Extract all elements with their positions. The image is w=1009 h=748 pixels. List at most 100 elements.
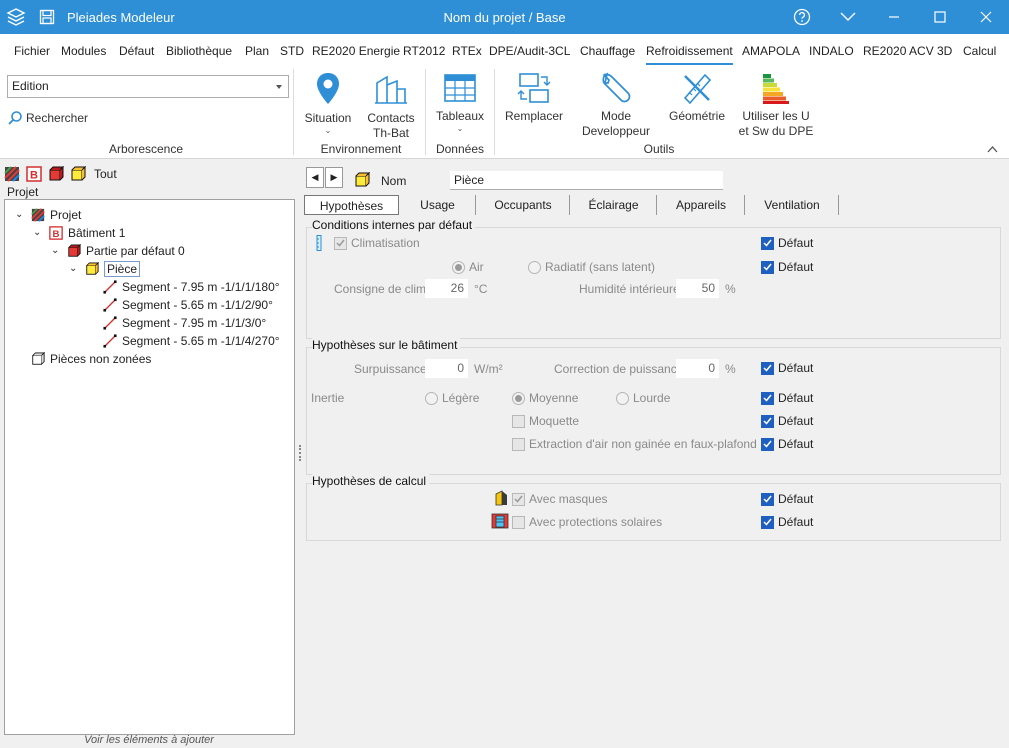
tab-hypotheses[interactable]: Hypothèses — [304, 195, 399, 215]
title-bar: Pleiades Modeleur Nom du projet / Base — [0, 0, 1009, 34]
tab-occupants[interactable]: Occupants — [477, 195, 570, 215]
layers-app-icon[interactable] — [6, 7, 26, 27]
tout-filter[interactable]: Tout — [94, 167, 117, 181]
next-button[interactable]: ▶ — [325, 167, 343, 188]
ribbon-separator — [494, 69, 495, 155]
defaut-checkbox-moquette[interactable]: Défaut — [761, 414, 813, 428]
tableaux-button[interactable]: Tableaux ⌄ — [432, 71, 488, 134]
checkbox-checked — [761, 515, 774, 529]
ribbon: Edition Rechercher Arborescence Situatio… — [0, 65, 1009, 159]
menu-plan[interactable]: Plan — [245, 44, 269, 58]
close-icon — [980, 11, 992, 23]
menu-indalo[interactable]: INDALO — [809, 44, 854, 58]
menu-defaut[interactable]: Défaut — [119, 44, 154, 58]
defaut-checkbox-protections[interactable]: Défaut — [761, 515, 813, 529]
previous-button[interactable]: ◀ — [306, 167, 324, 188]
building-filter-icon[interactable]: B — [26, 166, 42, 182]
menu-3d[interactable]: 3D — [937, 44, 952, 58]
extraction-checkbox[interactable]: Extraction d'air non gainée en faux-plaf… — [512, 437, 757, 451]
menu-re2020-acv[interactable]: RE2020 ACV — [863, 44, 934, 58]
moyenne-radio[interactable]: Moyenne — [512, 391, 578, 405]
chevron-down-icon[interactable]: ⌄ — [69, 263, 79, 274]
surpuissance-input[interactable]: 0 — [425, 359, 468, 378]
save-icon[interactable] — [39, 9, 55, 25]
lourde-radio[interactable]: Lourde — [616, 391, 670, 405]
menu-modules[interactable]: Modules — [61, 44, 106, 58]
menu-chauffage[interactable]: Chauffage — [580, 44, 635, 58]
menu-rtex[interactable]: RTEx — [452, 44, 482, 58]
avec-masques-checkbox[interactable]: Avec masques — [512, 492, 608, 506]
menu-dpe-audit[interactable]: DPE/Audit-3CL — [489, 44, 570, 58]
defaut-label: Défaut — [778, 361, 814, 375]
climatisation-checkbox[interactable]: Climatisation — [334, 236, 420, 250]
menu-rt2012[interactable]: RT2012 — [403, 44, 445, 58]
minimize-button[interactable] — [871, 0, 917, 34]
tree-item-batiment[interactable]: ⌄ B Bâtiment 1 — [33, 224, 125, 241]
defaut-checkbox-emission[interactable]: Défaut — [761, 260, 813, 274]
humidite-input[interactable]: 50 — [676, 279, 719, 298]
edition-combo[interactable]: Edition — [7, 75, 289, 98]
tree-item-projet[interactable]: ⌄ Projet — [15, 206, 81, 223]
geometrie-button[interactable]: Géométrie — [666, 71, 728, 124]
collapse-ribbon-button[interactable] — [825, 0, 871, 34]
energy-label-icon — [763, 74, 789, 104]
help-button[interactable] — [779, 0, 825, 34]
legere-radio[interactable]: Légère — [425, 391, 479, 405]
utiliser-u-sw-dpe-button[interactable]: Utiliser les U et Sw du DPE — [736, 71, 816, 139]
contacts-th-bat-button[interactable]: Contacts Th-Bat — [362, 71, 420, 141]
nom-input[interactable]: Pièce — [450, 171, 723, 190]
zone-filter-icon[interactable] — [48, 166, 64, 182]
defaut-checkbox-climatisation[interactable]: Défaut — [761, 236, 813, 250]
defaut-checkbox-masques[interactable]: Défaut — [761, 492, 813, 506]
tree-footer-link[interactable]: Voir les éléments à ajouter — [0, 734, 298, 746]
tree-item-segment-1[interactable]: Segment - 7.95 m -1/1/1/180° — [103, 278, 280, 295]
menu-re2020-energie[interactable]: RE2020 Energie — [312, 44, 400, 58]
menu-fichier[interactable]: Fichier — [14, 44, 50, 58]
mode-developpeur-button[interactable]: Mode Developpeur — [575, 71, 657, 139]
utiliser-label-line1: Utiliser les U — [742, 109, 810, 123]
project-tree[interactable]: ⌄ Projet ⌄ B Bâtiment 1 ⌄ Partie par déf… — [4, 199, 295, 735]
avec-protections-checkbox[interactable]: Avec protections solaires — [512, 515, 662, 529]
tree-item-segment-2[interactable]: Segment - 5.65 m -1/1/2/90° — [103, 296, 273, 313]
group-title: Hypothèses sur le bâtiment — [312, 338, 461, 352]
tree-filter-toolbar: B Tout — [4, 165, 117, 183]
defaut-checkbox-puissance[interactable]: Défaut — [761, 361, 813, 375]
menu-bibliotheque[interactable]: Bibliothèque — [166, 44, 232, 58]
collapse-ribbon-icon[interactable] — [987, 145, 998, 153]
tree-item-segment-4[interactable]: Segment - 5.65 m -1/1/4/270° — [103, 332, 280, 349]
air-radio[interactable]: Air — [452, 260, 484, 274]
chevron-down-icon[interactable]: ⌄ — [15, 209, 25, 220]
tree-item-segment-3[interactable]: Segment - 7.95 m -1/1/3/0° — [103, 314, 266, 331]
project-filter-icon[interactable] — [4, 166, 20, 182]
tab-ventilation[interactable]: Ventilation — [746, 195, 839, 215]
remplacer-button[interactable]: Remplacer — [502, 71, 566, 124]
chevron-down-icon[interactable]: ⌄ — [33, 227, 43, 238]
defaut-label: Défaut — [778, 391, 814, 405]
tab-usage[interactable]: Usage — [400, 195, 476, 215]
defaut-checkbox-extraction[interactable]: Défaut — [761, 437, 813, 451]
menu-calcul[interactable]: Calcul — [963, 44, 996, 58]
map-pin-icon — [317, 73, 339, 104]
menu-refroidissement[interactable]: Refroidissement — [646, 44, 733, 65]
menu-std[interactable]: STD — [280, 44, 304, 58]
moquette-checkbox[interactable]: Moquette — [512, 414, 579, 428]
radio-unselected-disabled — [425, 391, 438, 405]
tree-item-piece[interactable]: ⌄ Pièce — [69, 260, 141, 277]
chevron-down-icon[interactable]: ⌄ — [51, 245, 61, 256]
tree-item-pieces-non-zonees[interactable]: Pièces non zonées — [31, 350, 151, 367]
close-button[interactable] — [963, 0, 1009, 34]
defaut-checkbox-inertie[interactable]: Défaut — [761, 391, 813, 405]
tab-eclairage[interactable]: Éclairage — [571, 195, 657, 215]
ribbon-separator — [425, 69, 426, 155]
menu-amapola[interactable]: AMAPOLA — [742, 44, 800, 58]
radiatif-radio[interactable]: Radiatif (sans latent) — [528, 260, 655, 274]
tree-item-partie[interactable]: ⌄ Partie par défaut 0 — [51, 242, 185, 259]
consigne-input[interactable]: 26 — [425, 279, 468, 298]
search-button[interactable]: Rechercher — [7, 110, 88, 126]
room-filter-icon[interactable] — [70, 166, 86, 182]
correction-input[interactable]: 0 — [676, 359, 719, 378]
check-icon — [763, 440, 772, 448]
tab-appareils[interactable]: Appareils — [658, 195, 745, 215]
situation-button[interactable]: Situation ⌄ — [302, 71, 354, 136]
maximize-button[interactable] — [917, 0, 963, 34]
